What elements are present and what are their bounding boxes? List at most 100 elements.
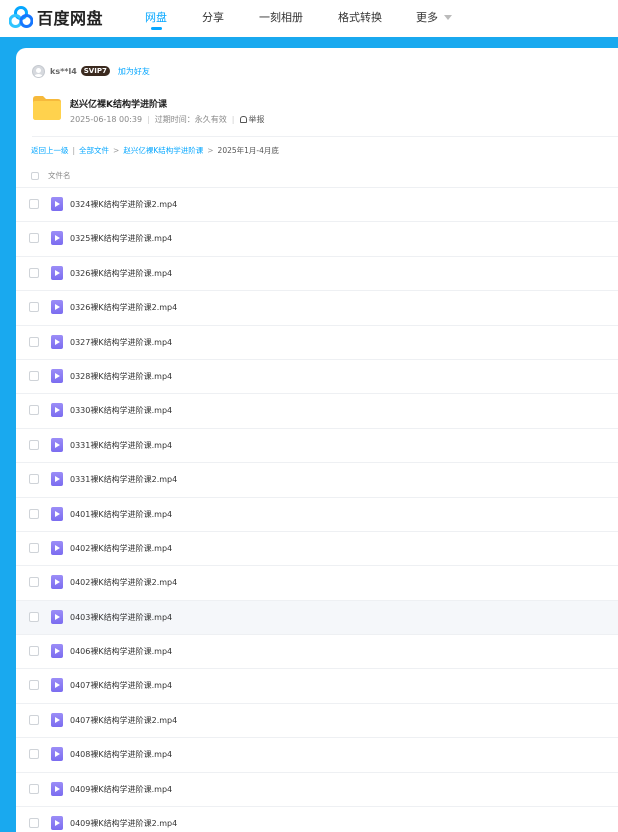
row-checkbox[interactable] xyxy=(29,749,39,760)
sharer-username: ks**l4 xyxy=(50,66,77,76)
file-row[interactable]: 0331裸K结构学进阶课.mp4 xyxy=(16,429,618,464)
meta-divider: | xyxy=(231,115,235,124)
row-checkbox[interactable] xyxy=(29,336,39,347)
file-name[interactable]: 0406裸K结构学进阶课.mp4 xyxy=(70,646,172,657)
select-all-checkbox[interactable] xyxy=(31,172,39,180)
file-name[interactable]: 0407裸K结构学进阶课.mp4 xyxy=(70,680,172,691)
logo-text: 百度网盘 xyxy=(37,9,104,28)
row-checkbox[interactable] xyxy=(29,680,39,691)
file-name[interactable]: 0328裸K结构学进阶课.mp4 xyxy=(70,371,172,382)
video-file-icon xyxy=(51,747,63,762)
breadcrumb-current: 2025年1月-4月底 xyxy=(217,146,279,155)
nav-item-format-convert[interactable]: 格式转换 xyxy=(338,9,382,25)
share-card: ks**l4 SVIP7 加为好友 赵兴亿裸K结构学进阶课 2025-06-18… xyxy=(16,48,618,832)
video-file-icon xyxy=(51,712,63,727)
row-checkbox[interactable] xyxy=(29,542,39,553)
file-row[interactable]: 0326裸K结构学进阶课2.mp4 xyxy=(16,291,618,326)
row-checkbox[interactable] xyxy=(29,646,39,657)
folder-icon xyxy=(33,96,61,120)
breadcrumb-all-files[interactable]: 全部文件 xyxy=(79,145,109,156)
file-name[interactable]: 0401裸K结构学进阶课.mp4 xyxy=(70,509,172,520)
file-name[interactable]: 0327裸K结构学进阶课.mp4 xyxy=(70,337,172,348)
breadcrumb-folder[interactable]: 赵兴亿裸K结构学进阶课 xyxy=(123,145,203,156)
file-row[interactable]: 0407裸K结构学进阶课.mp4 xyxy=(16,669,618,704)
row-checkbox[interactable] xyxy=(29,714,39,725)
video-file-icon xyxy=(51,506,63,521)
report-icon xyxy=(239,116,247,123)
file-row[interactable]: 0327裸K结构学进阶课.mp4 xyxy=(16,326,618,360)
file-name[interactable]: 0331裸K结构学进阶课.mp4 xyxy=(70,440,172,451)
row-checkbox[interactable] xyxy=(29,439,39,450)
breadcrumb-back[interactable]: 返回上一级 xyxy=(31,145,69,156)
row-checkbox[interactable] xyxy=(29,405,39,416)
breadcrumb-separator: > xyxy=(207,146,214,155)
file-name[interactable]: 0409裸K结构学进阶课.mp4 xyxy=(70,784,172,795)
file-row[interactable]: 0326裸K结构学进阶课.mp4 xyxy=(16,257,618,292)
column-header-filename[interactable]: 文件名 xyxy=(48,170,71,181)
row-checkbox[interactable] xyxy=(29,233,39,244)
file-row[interactable]: 0402裸K结构学进阶课2.mp4 xyxy=(16,566,618,601)
file-name[interactable]: 0403裸K结构学进阶课.mp4 xyxy=(70,612,172,623)
meta-divider: | xyxy=(147,115,150,124)
row-checkbox[interactable] xyxy=(29,370,39,381)
top-nav: 百度网盘 网盘 分享 一刻相册 格式转换 更多 xyxy=(0,0,618,37)
file-row[interactable]: 0401裸K结构学进阶课.mp4 xyxy=(16,498,618,532)
divider xyxy=(32,136,618,137)
file-name[interactable]: 0326裸K结构学进阶课.mp4 xyxy=(70,268,172,279)
file-row[interactable]: 0406裸K结构学进阶课.mp4 xyxy=(16,635,618,670)
video-file-icon xyxy=(51,816,63,831)
file-name[interactable]: 0331裸K结构学进阶课2.mp4 xyxy=(70,474,177,485)
row-checkbox[interactable] xyxy=(29,474,39,485)
chevron-down-icon[interactable] xyxy=(444,15,452,20)
video-file-icon xyxy=(51,368,63,383)
nav-item-netdisk[interactable]: 网盘 xyxy=(145,9,167,25)
video-file-icon xyxy=(51,540,63,555)
file-name[interactable]: 0408裸K结构学进阶课.mp4 xyxy=(70,749,172,760)
file-name[interactable]: 0407裸K结构学进阶课2.mp4 xyxy=(70,715,177,726)
add-friend-link[interactable]: 加为好友 xyxy=(118,66,150,77)
row-checkbox[interactable] xyxy=(29,783,39,794)
video-file-icon xyxy=(51,197,63,211)
nav-item-more[interactable]: 更多 xyxy=(416,9,438,25)
file-row[interactable]: 0331裸K结构学进阶课2.mp4 xyxy=(16,463,618,498)
row-checkbox[interactable] xyxy=(29,611,39,622)
row-checkbox[interactable] xyxy=(29,508,39,519)
file-row[interactable]: 0407裸K结构学进阶课2.mp4 xyxy=(16,704,618,739)
file-name[interactable]: 0402裸K结构学进阶课.mp4 xyxy=(70,543,172,554)
row-checkbox[interactable] xyxy=(29,267,39,278)
video-file-icon xyxy=(51,609,63,624)
avatar[interactable] xyxy=(32,64,45,78)
sharer-info: ks**l4 SVIP7 加为好友 xyxy=(32,64,150,78)
file-row[interactable]: 0403裸K结构学进阶课.mp4 xyxy=(16,600,618,636)
file-row[interactable]: 0409裸K结构学进阶课.mp4 xyxy=(16,773,618,808)
file-name[interactable]: 0402裸K结构学进阶课2.mp4 xyxy=(70,577,177,588)
file-row[interactable]: 0330裸K结构学进阶课.mp4 xyxy=(16,394,618,429)
nav-item-share[interactable]: 分享 xyxy=(202,9,224,25)
file-name[interactable]: 0325裸K结构学进阶课.mp4 xyxy=(70,233,172,244)
file-list: 0324裸K结构学进阶课2.mp4 0325裸K结构学进阶课.mp4 0326裸K结… xyxy=(16,188,618,832)
file-row[interactable]: 0324裸K结构学进阶课2.mp4 xyxy=(16,188,618,223)
file-row[interactable]: 0402裸K结构学进阶课.mp4 xyxy=(16,532,618,567)
nav-item-album[interactable]: 一刻相册 xyxy=(259,9,303,25)
file-row[interactable]: 0408裸K结构学进阶课.mp4 xyxy=(16,738,618,773)
file-name[interactable]: 0324裸K结构学进阶课2.mp4 xyxy=(70,199,177,210)
logo[interactable]: 百度网盘 xyxy=(9,6,103,28)
file-row[interactable]: 0409裸K结构学进阶课2.mp4 xyxy=(16,807,618,832)
row-checkbox[interactable] xyxy=(29,302,39,313)
file-row[interactable]: 0325裸K结构学进阶课.mp4 xyxy=(16,222,618,257)
file-row[interactable]: 0328裸K结构学进阶课.mp4 xyxy=(16,360,618,395)
row-checkbox[interactable] xyxy=(29,577,39,588)
report-button[interactable]: 举报 xyxy=(239,114,265,125)
file-name[interactable]: 0326裸K结构学进阶课2.mp4 xyxy=(70,302,177,313)
video-file-icon xyxy=(51,231,63,246)
video-file-icon xyxy=(51,265,63,280)
breadcrumb: 返回上一级 | 全部文件 > 赵兴亿裸K结构学进阶课 > 2025年1月-4月底 xyxy=(31,145,279,156)
file-name[interactable]: 0409裸K结构学进阶课2.mp4 xyxy=(70,818,177,829)
video-file-icon xyxy=(51,300,63,315)
video-file-icon xyxy=(51,403,63,418)
video-file-icon xyxy=(51,575,63,590)
row-checkbox[interactable] xyxy=(29,818,39,829)
file-name[interactable]: 0330裸K结构学进阶课.mp4 xyxy=(70,405,172,416)
nav-active-indicator xyxy=(151,27,162,30)
row-checkbox[interactable] xyxy=(29,199,39,209)
